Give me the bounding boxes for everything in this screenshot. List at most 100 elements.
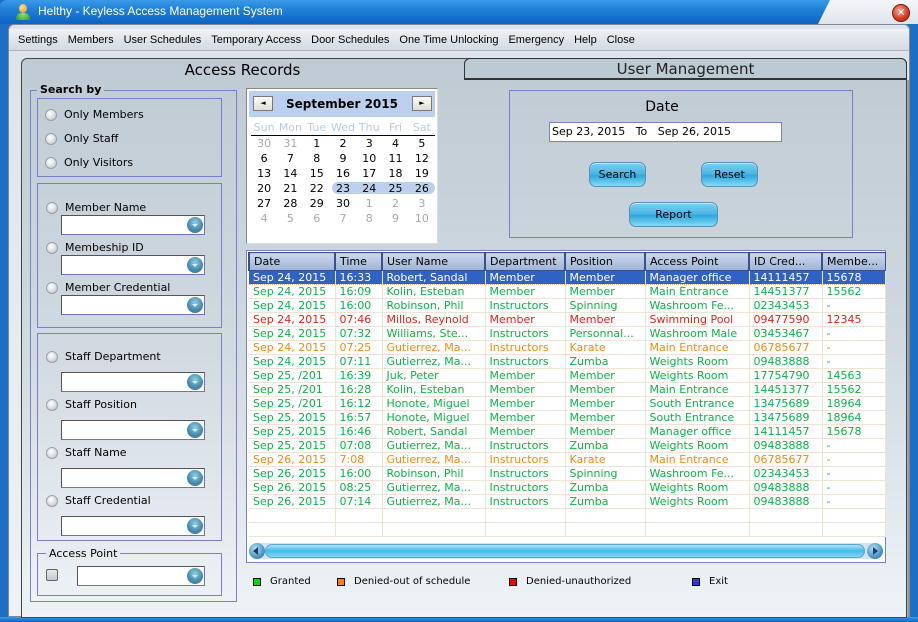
radio-button[interactable] bbox=[46, 350, 58, 363]
table-row[interactable]: Sep 25, /201 16:39 Juk, Peter Member Member W… bbox=[249, 368, 886, 383]
calendar-day[interactable]: 9 bbox=[382, 211, 408, 226]
radio-staff-department[interactable]: Staff Department bbox=[46, 350, 161, 363]
radio-button[interactable] bbox=[45, 156, 57, 169]
radio-staff-position[interactable]: Staff Position bbox=[46, 398, 137, 411]
window-close-button[interactable]: ✕ bbox=[892, 4, 910, 22]
dropdown-arrow-icon[interactable] bbox=[187, 297, 203, 313]
calendar-day[interactable]: 26 bbox=[409, 181, 435, 196]
menu-temporary-access[interactable]: Temporary Access bbox=[211, 34, 301, 46]
radio-only-visitors[interactable]: Only Visitors bbox=[45, 156, 133, 169]
table-row[interactable]: Sep 25, /201 16:28 Kolin, Esteban Member Mem… bbox=[249, 382, 886, 397]
table-row[interactable]: Sep 25, 2015 16:46 Robert, Sandal Member Mem… bbox=[249, 424, 886, 439]
table-row[interactable]: Sep 24, 2015 07:25 Gutierrez, Ma... Instruc… bbox=[249, 340, 886, 355]
calendar-day[interactable]: 1 bbox=[356, 196, 382, 211]
calendar-day[interactable]: 22 bbox=[304, 181, 330, 196]
dropdown-arrow-icon[interactable] bbox=[187, 257, 203, 273]
calendar-day[interactable]: 18 bbox=[382, 166, 408, 181]
staff-credential-combo[interactable] bbox=[61, 516, 205, 536]
column-header-date[interactable]: Date bbox=[248, 252, 336, 271]
calendar-day[interactable]: 30 bbox=[330, 196, 356, 211]
calendar-day[interactable]: 27 bbox=[251, 196, 277, 211]
calendar-day[interactable]: 17 bbox=[356, 166, 382, 181]
calendar-day[interactable]: 14 bbox=[277, 166, 303, 181]
calendar-day[interactable]: 7 bbox=[277, 151, 303, 166]
table-row[interactable]: Sep 26, 2015 7:08 Gutierrez, Ma... Instruct… bbox=[249, 452, 886, 467]
radio-only-staff[interactable]: Only Staff bbox=[45, 132, 118, 145]
calendar-day[interactable]: 23 bbox=[330, 181, 356, 196]
menu-settings[interactable]: Settings bbox=[18, 34, 58, 46]
dropdown-arrow-icon[interactable] bbox=[187, 374, 203, 390]
calendar-day[interactable]: 25 bbox=[382, 181, 408, 196]
menu-emergency[interactable]: Emergency bbox=[508, 34, 564, 46]
calendar-day[interactable]: 30 bbox=[251, 136, 277, 151]
radio-staff-name[interactable]: Staff Name bbox=[46, 446, 127, 459]
calendar-day[interactable]: 7 bbox=[330, 211, 356, 226]
calendar-day[interactable]: 2 bbox=[382, 196, 408, 211]
table-row[interactable]: Sep 24, 2015 07:46 Millos, Reynold Member Me… bbox=[249, 312, 886, 327]
calendar-day[interactable]: 28 bbox=[277, 196, 303, 211]
member-name-combo[interactable] bbox=[61, 215, 205, 235]
search-button[interactable]: Search bbox=[589, 162, 646, 187]
calendar-next-month-button[interactable]: ► bbox=[412, 96, 432, 111]
column-header-user-name[interactable]: User Name bbox=[381, 252, 486, 271]
table-row[interactable]: Sep 24, 2015 07:32 Williams, Ste... Instruc… bbox=[249, 326, 886, 341]
tab-access-records[interactable]: Access Records bbox=[21, 58, 464, 82]
radio-button[interactable] bbox=[46, 494, 58, 507]
membership-id-combo[interactable] bbox=[61, 255, 205, 275]
radio-button[interactable] bbox=[45, 132, 57, 145]
calendar-day[interactable]: 8 bbox=[304, 151, 330, 166]
dropdown-arrow-icon[interactable] bbox=[187, 422, 203, 438]
month-calendar[interactable]: September 2015 ◄ ► Sun Mon Tue Wed Thu Fri Sat… bbox=[246, 88, 438, 244]
dropdown-arrow-icon[interactable] bbox=[187, 217, 203, 233]
calendar-day[interactable]: 3 bbox=[409, 196, 435, 211]
calendar-day[interactable]: 1 bbox=[304, 136, 330, 151]
calendar-day[interactable]: 20 bbox=[251, 181, 277, 196]
table-row[interactable]: Sep 24, 2015 07:11 Gutierrez, Ma... Instruc… bbox=[249, 354, 886, 369]
table-row[interactable]: Sep 24, 2015 16:09 Kolin, Esteban Member Mem… bbox=[249, 284, 886, 299]
calendar-day[interactable]: 10 bbox=[409, 211, 435, 226]
calendar-day[interactable]: 5 bbox=[277, 211, 303, 226]
table-row[interactable]: Sep 24, 2015 16:00 Robinson, Phil Instructo… bbox=[249, 298, 886, 313]
scrollbar-thumb[interactable] bbox=[265, 544, 865, 558]
menu-door-schedules[interactable]: Door Schedules bbox=[311, 34, 389, 46]
menu-members[interactable]: Members bbox=[68, 34, 114, 46]
radio-button[interactable] bbox=[46, 398, 58, 411]
calendar-day[interactable]: 6 bbox=[304, 211, 330, 226]
radio-button[interactable] bbox=[46, 446, 58, 459]
calendar-day[interactable]: 15 bbox=[304, 166, 330, 181]
column-header-time[interactable]: Time bbox=[334, 252, 383, 271]
staff-position-combo[interactable] bbox=[61, 420, 205, 440]
menu-close[interactable]: Close bbox=[607, 34, 635, 46]
calendar-day[interactable]: 4 bbox=[382, 136, 408, 151]
radio-button[interactable] bbox=[46, 281, 58, 294]
dropdown-arrow-icon[interactable] bbox=[187, 518, 203, 534]
table-row[interactable]: Sep 26, 2015 08:25 Gutierrez, Ma... Instruc… bbox=[249, 480, 886, 495]
calendar-day[interactable]: 11 bbox=[382, 151, 408, 166]
date-range-field[interactable]: Sep 23, 2015 To Sep 26, 2015 bbox=[549, 122, 782, 142]
menu-help[interactable]: Help bbox=[574, 34, 597, 46]
calendar-day[interactable]: 29 bbox=[304, 196, 330, 211]
calendar-day[interactable]: 31 bbox=[277, 136, 303, 151]
table-row[interactable]: Sep 25, 2015 16:57 Honote, Miguel Member Mem… bbox=[249, 410, 886, 425]
dropdown-arrow-icon[interactable] bbox=[187, 568, 203, 584]
calendar-day[interactable]: 16 bbox=[330, 166, 356, 181]
radio-button[interactable] bbox=[46, 241, 58, 254]
scroll-left-arrow-icon[interactable] bbox=[249, 543, 265, 559]
menu-one-time-unlocking[interactable]: One Time Unlocking bbox=[399, 34, 498, 46]
radio-button[interactable] bbox=[45, 108, 57, 121]
column-header-id-credential[interactable]: ID Cred... bbox=[748, 252, 823, 271]
table-row[interactable]: Sep 26, 2015 07:14 Gutierrez, Ma... Instruc… bbox=[249, 494, 886, 509]
radio-member-credential[interactable]: Member Credential bbox=[46, 281, 170, 294]
radio-member-name[interactable]: Member Name bbox=[46, 201, 146, 214]
access-point-combo[interactable] bbox=[77, 566, 205, 586]
reset-button[interactable]: Reset bbox=[701, 162, 758, 187]
staff-department-combo[interactable] bbox=[61, 372, 205, 392]
radio-membership-id[interactable]: Membeship ID bbox=[46, 241, 144, 254]
column-header-department[interactable]: Department bbox=[484, 252, 566, 271]
calendar-day[interactable]: 21 bbox=[277, 181, 303, 196]
radio-staff-credential[interactable]: Staff Credential bbox=[46, 494, 151, 507]
table-row[interactable]: Sep 25, 2015 07:08 Gutierrez, Ma... Instruc… bbox=[249, 438, 886, 453]
radio-button[interactable] bbox=[46, 201, 58, 214]
calendar-prev-month-button[interactable]: ◄ bbox=[253, 96, 273, 111]
calendar-day[interactable]: 5 bbox=[409, 136, 435, 151]
